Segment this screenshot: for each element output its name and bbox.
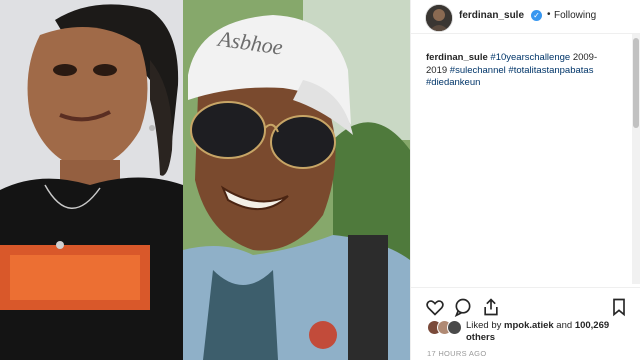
liker-username-link[interactable]: mpok.atiek [504,320,554,331]
separator-dot: • [547,9,551,20]
likes-section: Liked by mpok.atiek and 100,269 others [423,318,638,348]
verified-badge-icon: ✓ [531,10,542,21]
comment-icon[interactable] [453,297,473,318]
post-header: ferdinan_sule ✓ • Following [411,0,640,34]
post-panel: ferdinan_sule ✓ • Following ferdinan_sul… [410,0,640,360]
avatar-image [426,5,452,31]
avatar[interactable] [425,4,453,32]
share-icon[interactable] [481,297,501,317]
hashtag-diedankeun[interactable]: #diedankeun [426,77,480,88]
photo-2019-illustration: Asbhoe [183,0,410,360]
heart-icon[interactable] [425,297,445,317]
likes-text: Liked by mpok.atiek and 100,269 others [466,320,626,344]
hashtag-10yearschallenge[interactable]: #10yearschallenge [490,52,570,63]
likes-and: and [553,320,575,331]
post-timestamp[interactable]: 17 HOURS AGO [427,349,486,358]
bookmark-icon[interactable] [609,297,629,317]
hashtag-totalitastanpabatas[interactable]: #totalitastanpabatas [508,65,593,76]
username-link[interactable]: ferdinan_sule [459,10,524,21]
post-caption: ferdinan_sule #10yearschallenge 2009-201… [426,52,616,90]
liker-avatar[interactable] [447,320,462,335]
scrollbar-thumb[interactable] [633,38,639,128]
following-button[interactable]: Following [554,10,596,21]
photo-2009 [0,0,183,360]
hashtag-sulechannel[interactable]: #sulechannel [450,65,506,76]
photo-2009-illustration [0,0,183,360]
likes-prefix: Liked by [466,320,505,331]
caption-username-link[interactable]: ferdinan_sule [426,52,488,63]
photo-2019: Asbhoe [183,0,410,360]
